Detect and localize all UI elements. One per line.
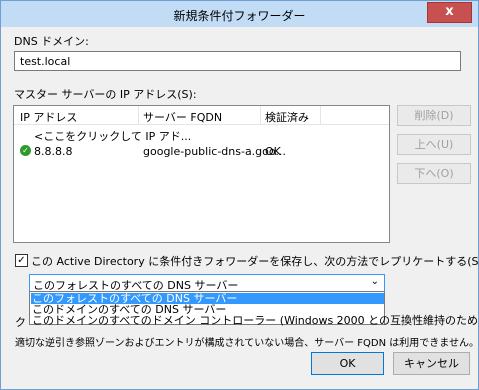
row-ip: 8.8.8.8 (34, 145, 73, 158)
dialog-window: 新規条件付フォワーダー x DNS ドメイン: test.local マスター … (0, 0, 479, 390)
verified-check-icon: ✓ (20, 145, 31, 156)
master-servers-label: マスター サーバーの IP アドレス(S): (14, 88, 197, 101)
dropdown-option[interactable]: このドメインのすべてのドメイン コントローラー (Windows 2000 との… (31, 315, 479, 326)
cancel-button[interactable]: キャンセル (393, 352, 470, 375)
replication-scope-dropdown: このフォレストのすべての DNS サーバー このドメインのすべての DNS サー… (29, 291, 479, 326)
row-verified: OK (265, 145, 281, 158)
column-separator (320, 106, 321, 124)
column-ip[interactable]: IP アドレス (20, 109, 77, 125)
delete-button[interactable]: 削除(D) (397, 105, 471, 126)
dialog-title: 新規条件付フォワーダー (173, 9, 306, 23)
replication-scope-select[interactable]: このフォレストのすべての DNS サーバー ⌄ (29, 274, 385, 292)
chevron-down-icon[interactable]: ⌄ (371, 276, 379, 287)
list-header: IP アドレス サーバー FQDN 検証済み (14, 106, 389, 125)
master-servers-list[interactable]: IP アドレス サーバー FQDN 検証済み <ここをクリックして IP アド.… (13, 105, 390, 243)
dns-domain-input[interactable]: test.local (14, 51, 461, 71)
add-ip-row[interactable]: <ここをクリックして IP アド... (34, 128, 191, 144)
column-separator (138, 106, 139, 124)
replicate-checkbox[interactable]: ✓ (15, 254, 28, 267)
column-separator (260, 106, 261, 124)
column-fqdn[interactable]: サーバー FQDN (143, 109, 222, 125)
dns-domain-label: DNS ドメイン: (14, 35, 89, 48)
move-up-button[interactable]: 上へ(U) (397, 134, 471, 155)
column-verified[interactable]: 検証済み (265, 109, 309, 125)
table-row[interactable]: ✓ 8.8.8.8 google-public-dns-a.goo... OK (14, 143, 389, 159)
dns-domain-value: test.local (20, 55, 71, 68)
replicate-label: この Active Directory に条件付きフォワーダーを保存し、次の方法… (31, 255, 479, 268)
ok-button[interactable]: OK (311, 352, 384, 375)
fqdn-note: 適切な逆引き参照ゾーンおよびエントリが構成されていない場合、サーバー FQDN … (15, 338, 479, 349)
title-bar[interactable]: 新規条件付フォワーダー x (1, 1, 478, 27)
move-down-button[interactable]: 下へ(O) (397, 163, 471, 184)
obscured-label: ク (15, 316, 26, 329)
close-button[interactable]: x (427, 2, 472, 23)
